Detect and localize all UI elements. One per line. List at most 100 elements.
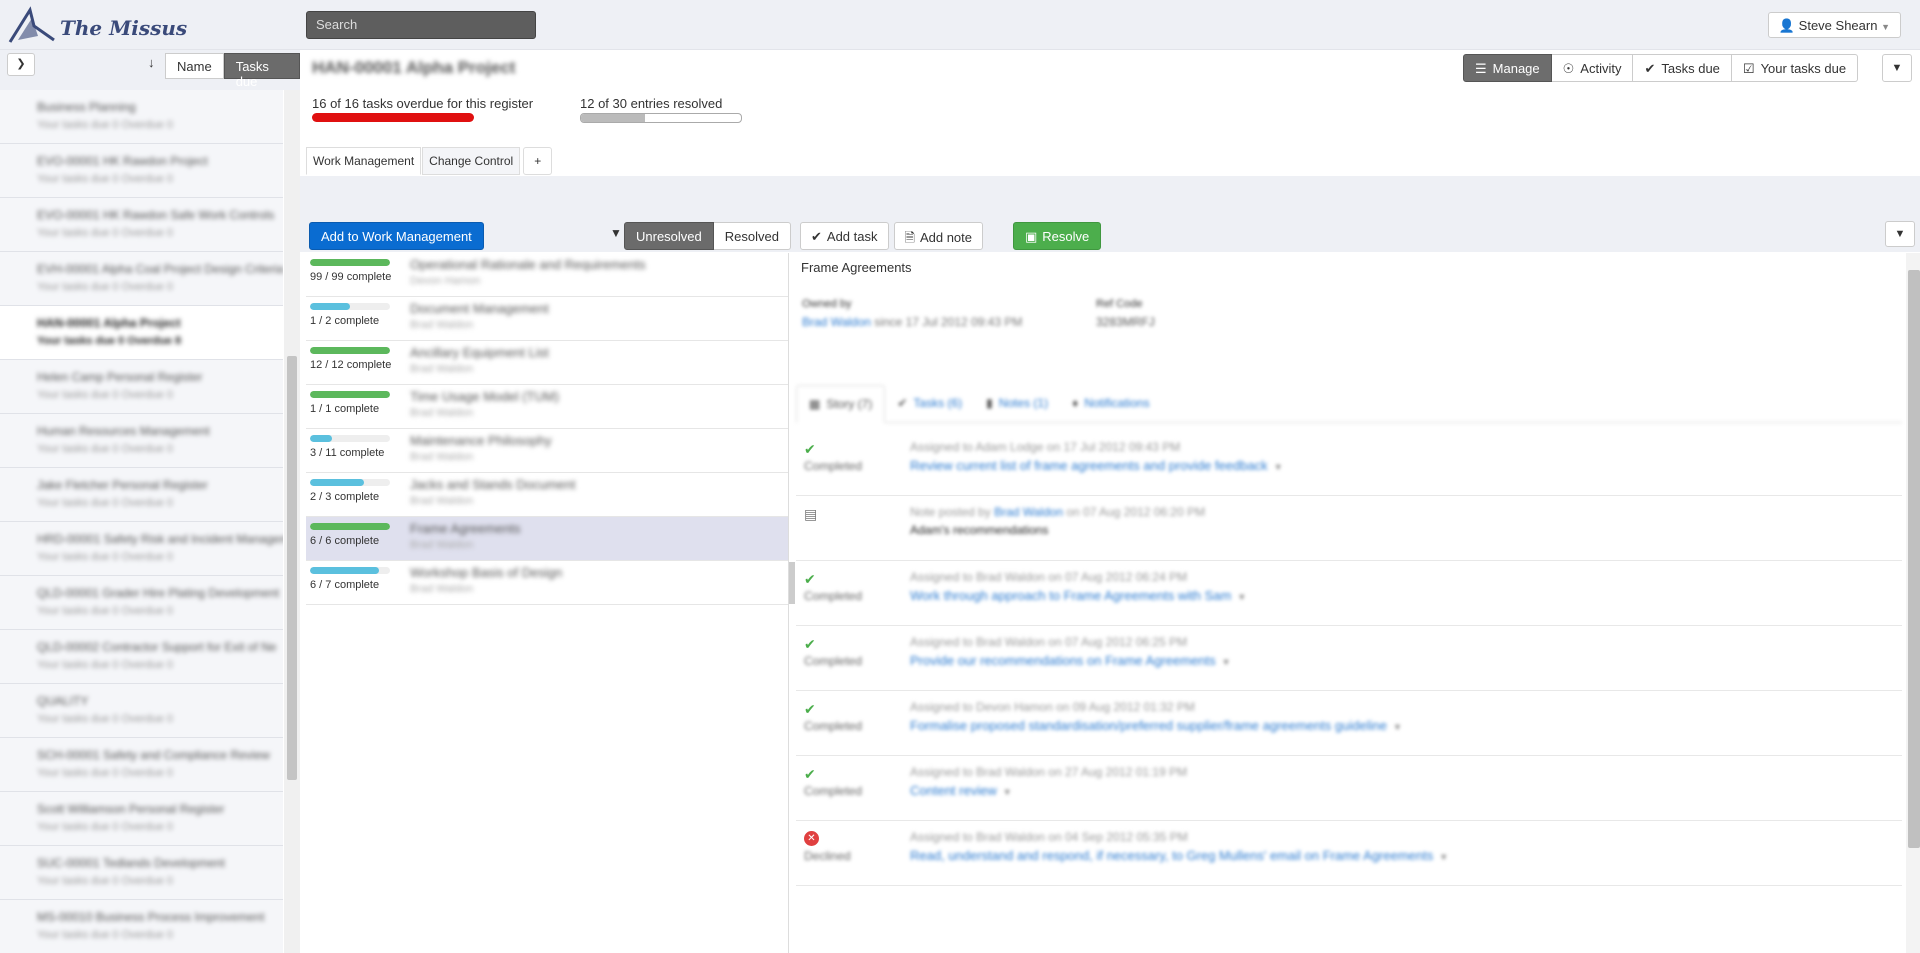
entry-row[interactable]: 3 / 11 complete Maintenance Philosophy B… [306, 429, 788, 473]
register-list-item[interactable]: QLD-00002 Contractor Support for Exit of… [0, 630, 283, 684]
detail-scrollbar[interactable] [1908, 270, 1920, 848]
entry-menu-button[interactable]: ▼ [1885, 221, 1915, 247]
story-status: Completed [804, 459, 863, 473]
entry-row[interactable]: 1 / 2 complete Document Management Brad … [306, 297, 788, 341]
task-link[interactable]: Read, understand and respond, if necessa… [910, 848, 1448, 863]
register-list-item[interactable]: Human Resources Management Your tasks du… [0, 414, 283, 468]
sort-by-name-button[interactable]: Name [165, 53, 224, 79]
add-task-button[interactable]: ✔ Add task [800, 222, 889, 250]
register-list-item[interactable]: QUALITY Your tasks due 0 Overdue 0 [0, 684, 283, 738]
task-link[interactable]: Work through approach to Frame Agreement… [910, 588, 1246, 603]
register-list-item[interactable]: Business Planning Your tasks due 0 Overd… [0, 90, 283, 144]
register-item-title: QLD-00002 Contractor Support for Exit of… [37, 640, 277, 654]
register-list-item[interactable]: SCH-00001 Safety and Compliance Review Y… [0, 738, 283, 792]
register-list-item[interactable]: SUC-00001 Tedlands Development Your task… [0, 846, 283, 900]
tab-work-management[interactable]: Work Management [306, 147, 422, 175]
caret-down-icon[interactable]: ▼ [1439, 852, 1448, 862]
caret-down-icon[interactable]: ▼ [1393, 722, 1402, 732]
story-status: Declined [804, 849, 851, 863]
register-list-item[interactable]: Scott Williamson Personal Register Your … [0, 792, 283, 846]
note-author-link[interactable]: Brad Waldon [994, 505, 1063, 519]
register-item-title: Helen Camp Personal Register [37, 370, 203, 384]
caret-down-icon[interactable]: ▼ [1222, 657, 1231, 667]
entry-progress-fill [310, 567, 379, 574]
add-note-button[interactable]: 🗎 Add note [893, 222, 983, 250]
entry-row[interactable]: 1 / 1 complete Time Usage Model (TUM) Br… [306, 385, 788, 429]
register-list-item[interactable]: EVO-00001 HK Rawdon Safe Work Controls Y… [0, 198, 283, 252]
entry-progress-fill [310, 347, 390, 354]
caret-down-icon[interactable]: ▼ [1003, 787, 1012, 797]
tab-story[interactable]: ▩ Story (7) [796, 385, 886, 423]
sort-toggle: Name Tasks due [165, 53, 300, 89]
filter-icon[interactable]: ▼ [610, 226, 622, 240]
task-link[interactable]: Provide our recommendations on Frame Agr… [910, 653, 1231, 668]
tab-notes[interactable]: ▮ Notes (1) [974, 385, 1060, 423]
register-list-item[interactable]: HRD-00001 Safety Risk and Incident Manag… [0, 522, 283, 576]
sidebar-scrollbar-thumb[interactable] [287, 356, 297, 780]
register-item-summary: Your tasks due 0 Overdue 0 [37, 713, 173, 725]
unresolved-filter-button[interactable]: Unresolved [624, 222, 714, 250]
entry-row[interactable]: 12 / 12 complete Ancillary Equipment Lis… [306, 341, 788, 385]
tab-change-control[interactable]: Change Control [422, 147, 521, 175]
sidebar-scrollbar[interactable] [284, 90, 300, 953]
entries-scrollbar[interactable] [789, 562, 795, 604]
entry-title: Frame Agreements [801, 260, 912, 275]
your-tasks-due-label: Your tasks due [1760, 61, 1847, 76]
register-list-item[interactable]: EVO-00001 HK Rawdon Project Your tasks d… [0, 144, 283, 198]
story-tab-label: Story (7) [826, 397, 873, 411]
note-icon: 🗎 [904, 230, 915, 245]
entry-progress-bar [310, 479, 390, 486]
entry-row[interactable]: 6 / 6 complete Frame Agreements Brad Wal… [306, 517, 788, 561]
entry-owner: Brad Waldon [410, 319, 474, 331]
owned-by-label: Owned by [802, 298, 852, 310]
sidebar-toolbar: ❯ ↓ Name Tasks due [0, 50, 300, 90]
register-list-item[interactable]: Jake Fletcher Personal Register Your tas… [0, 468, 283, 522]
register-item-title: Jake Fletcher Personal Register [37, 478, 208, 492]
story-status: Completed [804, 654, 863, 668]
owned-by-value: Brad Waldon since 17 Jul 2012 09:43 PM [802, 315, 1022, 329]
tasks-due-button[interactable]: ✔ Tasks due [1633, 54, 1732, 82]
entry-row[interactable]: 99 / 99 complete Operational Rationale a… [306, 253, 788, 297]
entry-row[interactable]: 2 / 3 complete Jacks and Stands Document… [306, 473, 788, 517]
resolve-button[interactable]: ▣ Resolve [1013, 222, 1102, 250]
owner-link[interactable]: Brad Waldon [802, 315, 871, 329]
activity-button[interactable]: ☉ Activity [1551, 54, 1634, 82]
tab-notifications[interactable]: ♦ Notifications [1060, 385, 1162, 423]
check-icon: ✔ [804, 701, 816, 717]
entry-progress-label: 12 / 12 complete [310, 359, 392, 371]
add-to-work-management-button[interactable]: Add to Work Management [309, 222, 484, 250]
search-input[interactable]: Search [306, 11, 536, 39]
tab-tasks[interactable]: ✔ Tasks (6) [885, 385, 974, 423]
entry-row[interactable]: 6 / 7 complete Workshop Basis of Design … [306, 561, 788, 605]
register-item-title: HAN-00001 Alpha Project [37, 316, 181, 330]
register-list-item[interactable]: EVH-00001 Alpha Coal Project Design Crit… [0, 252, 283, 306]
register-menu-button[interactable]: ▼ [1882, 54, 1912, 82]
caret-down-icon[interactable]: ▼ [1274, 462, 1283, 472]
sort-by-tasks-due-button[interactable]: Tasks due [223, 53, 300, 89]
story-meta: Assigned to Brad Waldon on 07 Aug 2012 0… [910, 635, 1188, 649]
task-link[interactable]: Review current list of frame agreements … [910, 458, 1283, 473]
sort-direction-icon[interactable]: ↓ [148, 55, 155, 70]
register-list-item[interactable]: QLD-00001 Grader Hire Plating Developmen… [0, 576, 283, 630]
register-list-item[interactable]: HAN-00001 Alpha Project Your tasks due 0… [0, 306, 283, 360]
story-status: Completed [804, 784, 863, 798]
story-item: ✔ Completed Assigned to Brad Waldon on 07 … [796, 561, 1902, 626]
register-list-item[interactable]: MS-00010 Business Process Improvement Yo… [0, 900, 283, 953]
manage-button[interactable]: ☰ Manage [1463, 54, 1552, 82]
add-tab-button[interactable]: + [523, 147, 553, 175]
notifications-tab-label: Notifications [1084, 396, 1150, 410]
caret-down-icon[interactable]: ▼ [1237, 592, 1246, 602]
task-link[interactable]: Content review ▼ [910, 783, 1012, 798]
list-icon: ☰ [1475, 61, 1487, 76]
user-menu-button[interactable]: 👤 Steve Shearn ▼ [1767, 12, 1901, 38]
register-item-title: MS-00010 Business Process Improvement [37, 910, 265, 924]
task-link[interactable]: Formalise proposed standardisation/prefe… [910, 718, 1402, 733]
app-logo[interactable]: The Missus [8, 6, 187, 46]
resolved-filter-button[interactable]: Resolved [713, 222, 791, 250]
story-item: ✔ Completed Assigned to Brad Waldon on 27 … [796, 756, 1902, 821]
register-title: HAN-00001 Alpha Project [312, 58, 516, 77]
register-list-item[interactable]: Helen Camp Personal Register Your tasks … [0, 360, 283, 414]
sidebar-collapse-button[interactable]: ❯ [7, 53, 35, 76]
check-icon: ✔ [1644, 61, 1656, 76]
your-tasks-due-button[interactable]: ☑ Your tasks due [1731, 54, 1859, 82]
